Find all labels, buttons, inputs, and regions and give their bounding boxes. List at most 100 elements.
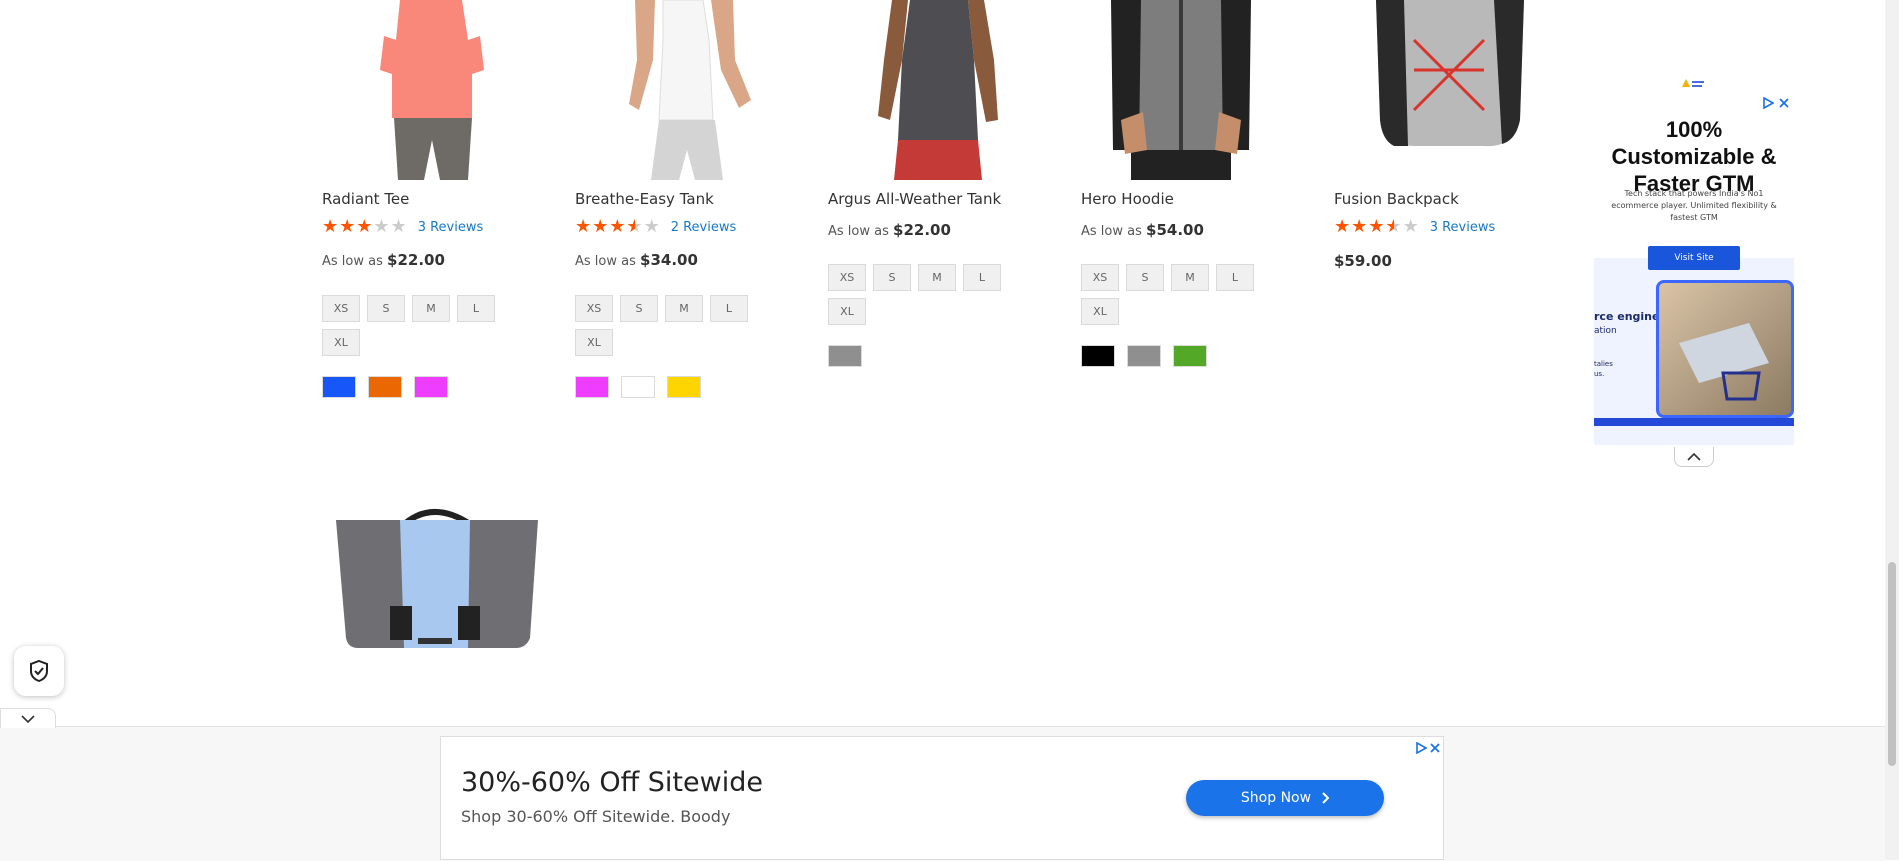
color-swatch-white[interactable] bbox=[621, 376, 655, 398]
size-l[interactable]: L bbox=[1216, 264, 1254, 291]
color-options bbox=[828, 345, 862, 367]
size-m[interactable]: M bbox=[412, 295, 450, 322]
color-options bbox=[322, 376, 448, 398]
color-swatch-gray[interactable] bbox=[828, 345, 862, 367]
size-m[interactable]: M bbox=[918, 264, 956, 291]
color-swatch-purple[interactable] bbox=[575, 376, 609, 398]
product-name[interactable]: Fusion Backpack bbox=[1334, 190, 1459, 208]
product-price: As low as $22.00 bbox=[322, 251, 445, 269]
product-price: As low as $22.00 bbox=[828, 221, 951, 239]
size-options: XS S M L XL bbox=[1081, 264, 1271, 325]
ad-visit-site-button[interactable]: Visit Site bbox=[1648, 246, 1740, 270]
price-prefix: As low as bbox=[322, 254, 383, 269]
size-options: XS S M L XL bbox=[322, 295, 512, 356]
ad-image-text-1: rce engine bbox=[1594, 310, 1660, 323]
size-options: XS S M L XL bbox=[575, 295, 765, 356]
ad-image-text-4: us. bbox=[1594, 370, 1605, 378]
price-prefix: As low as bbox=[1081, 224, 1142, 239]
chevron-down-icon bbox=[21, 714, 35, 723]
size-xl[interactable]: XL bbox=[322, 329, 360, 356]
side-advertisement[interactable]: 100% Customizable & Faster GTM Tech stac… bbox=[1594, 70, 1794, 450]
ad-close-icon[interactable] bbox=[1778, 94, 1790, 108]
ad-brand-logo bbox=[1680, 74, 1706, 87]
ad-close-icon[interactable] bbox=[1429, 739, 1441, 753]
size-xl[interactable]: XL bbox=[828, 298, 866, 325]
color-swatch-purple[interactable] bbox=[414, 376, 448, 398]
color-swatch-green[interactable] bbox=[1173, 345, 1207, 367]
size-l[interactable]: L bbox=[457, 295, 495, 322]
chevron-right-icon bbox=[1322, 792, 1330, 804]
product-rating: ★★★★★ 3 Reviews bbox=[1334, 218, 1495, 236]
scrollbar-thumb[interactable] bbox=[1888, 562, 1896, 766]
product-image[interactable] bbox=[1334, 0, 1534, 180]
ad-illustration: Visit Site rce engine ation talies us. bbox=[1594, 246, 1794, 445]
size-s[interactable]: S bbox=[1126, 264, 1164, 291]
product-name[interactable]: Argus All-Weather Tank bbox=[828, 190, 1001, 208]
color-swatch-blue[interactable] bbox=[322, 376, 356, 398]
bottom-advertisement[interactable]: 30%-60% Off Sitewide Shop 30-60% Off Sit… bbox=[440, 736, 1444, 860]
ad-subtext: Shop 30-60% Off Sitewide. Boody bbox=[461, 807, 731, 826]
color-swatch-yellow[interactable] bbox=[667, 376, 701, 398]
page-scrollbar[interactable] bbox=[1885, 0, 1899, 860]
size-xs[interactable]: XS bbox=[575, 295, 613, 322]
price-value: $22.00 bbox=[387, 251, 445, 269]
rating-stars: ★★★★★ bbox=[575, 216, 661, 237]
shop-now-button[interactable]: Shop Now bbox=[1186, 780, 1384, 816]
size-xl[interactable]: XL bbox=[575, 329, 613, 356]
adchoices-icon[interactable] bbox=[1762, 94, 1775, 110]
product-name[interactable]: Breathe-Easy Tank bbox=[575, 190, 714, 208]
size-l[interactable]: L bbox=[963, 264, 1001, 291]
price-prefix: As low as bbox=[828, 224, 889, 239]
reviews-link[interactable]: 3 Reviews bbox=[1430, 220, 1496, 235]
size-m[interactable]: M bbox=[665, 295, 703, 322]
rating-stars: ★★★★★ bbox=[1334, 216, 1420, 237]
product-name[interactable]: Hero Hoodie bbox=[1081, 190, 1174, 208]
price-value: $54.00 bbox=[1146, 221, 1204, 239]
size-l[interactable]: L bbox=[710, 295, 748, 322]
shield-check-icon bbox=[30, 659, 48, 683]
size-options: XS S M L XL bbox=[828, 264, 1018, 325]
product-rating: ★★★★★ 2 Reviews bbox=[575, 218, 736, 236]
color-swatch-black[interactable] bbox=[1081, 345, 1115, 367]
product-rating: ★★★★★ 3 Reviews bbox=[322, 218, 483, 236]
color-swatch-gray[interactable] bbox=[1127, 345, 1161, 367]
price-value: $22.00 bbox=[893, 221, 951, 239]
ad-body: Tech stack that powers India's No1 ecomm… bbox=[1611, 189, 1777, 222]
size-xs[interactable]: XS bbox=[828, 264, 866, 291]
product-name[interactable]: Radiant Tee bbox=[322, 190, 409, 208]
product-image[interactable] bbox=[828, 0, 1028, 180]
collapse-ad-button[interactable] bbox=[1674, 447, 1714, 467]
shop-now-label: Shop Now bbox=[1240, 790, 1312, 806]
price-prefix: As low as bbox=[575, 254, 636, 269]
ad-headline: 100% Customizable & Faster GTM bbox=[1611, 117, 1777, 196]
ad-image-text-3: talies bbox=[1594, 360, 1613, 368]
product-image[interactable] bbox=[1081, 0, 1281, 180]
ad-photo bbox=[1656, 280, 1794, 418]
rating-stars: ★★★★★ bbox=[322, 216, 408, 237]
color-options bbox=[1081, 345, 1207, 367]
size-s[interactable]: S bbox=[620, 295, 658, 322]
size-s[interactable]: S bbox=[367, 295, 405, 322]
chevron-up-icon bbox=[1687, 452, 1701, 461]
size-m[interactable]: M bbox=[1171, 264, 1209, 291]
collapse-bottom-ad-tab[interactable] bbox=[0, 708, 56, 728]
reviews-link[interactable]: 3 Reviews bbox=[418, 220, 484, 235]
size-xs[interactable]: XS bbox=[1081, 264, 1119, 291]
size-xl[interactable]: XL bbox=[1081, 298, 1119, 325]
product-image[interactable] bbox=[575, 0, 775, 180]
reviews-link[interactable]: 2 Reviews bbox=[671, 220, 737, 235]
size-s[interactable]: S bbox=[873, 264, 911, 291]
ad-image-text-2: ation bbox=[1594, 326, 1617, 336]
ad-headline: 30%-60% Off Sitewide bbox=[461, 767, 763, 798]
product-price: $59.00 bbox=[1334, 252, 1392, 270]
product-price: As low as $34.00 bbox=[575, 251, 698, 269]
price-value: $34.00 bbox=[640, 251, 698, 269]
color-options bbox=[575, 376, 701, 398]
product-image[interactable] bbox=[330, 498, 545, 658]
privacy-settings-button[interactable] bbox=[14, 646, 64, 696]
product-image[interactable] bbox=[322, 0, 522, 180]
size-xs[interactable]: XS bbox=[322, 295, 360, 322]
color-swatch-orange[interactable] bbox=[368, 376, 402, 398]
product-price: As low as $54.00 bbox=[1081, 221, 1204, 239]
adchoices-icon[interactable] bbox=[1415, 739, 1428, 755]
